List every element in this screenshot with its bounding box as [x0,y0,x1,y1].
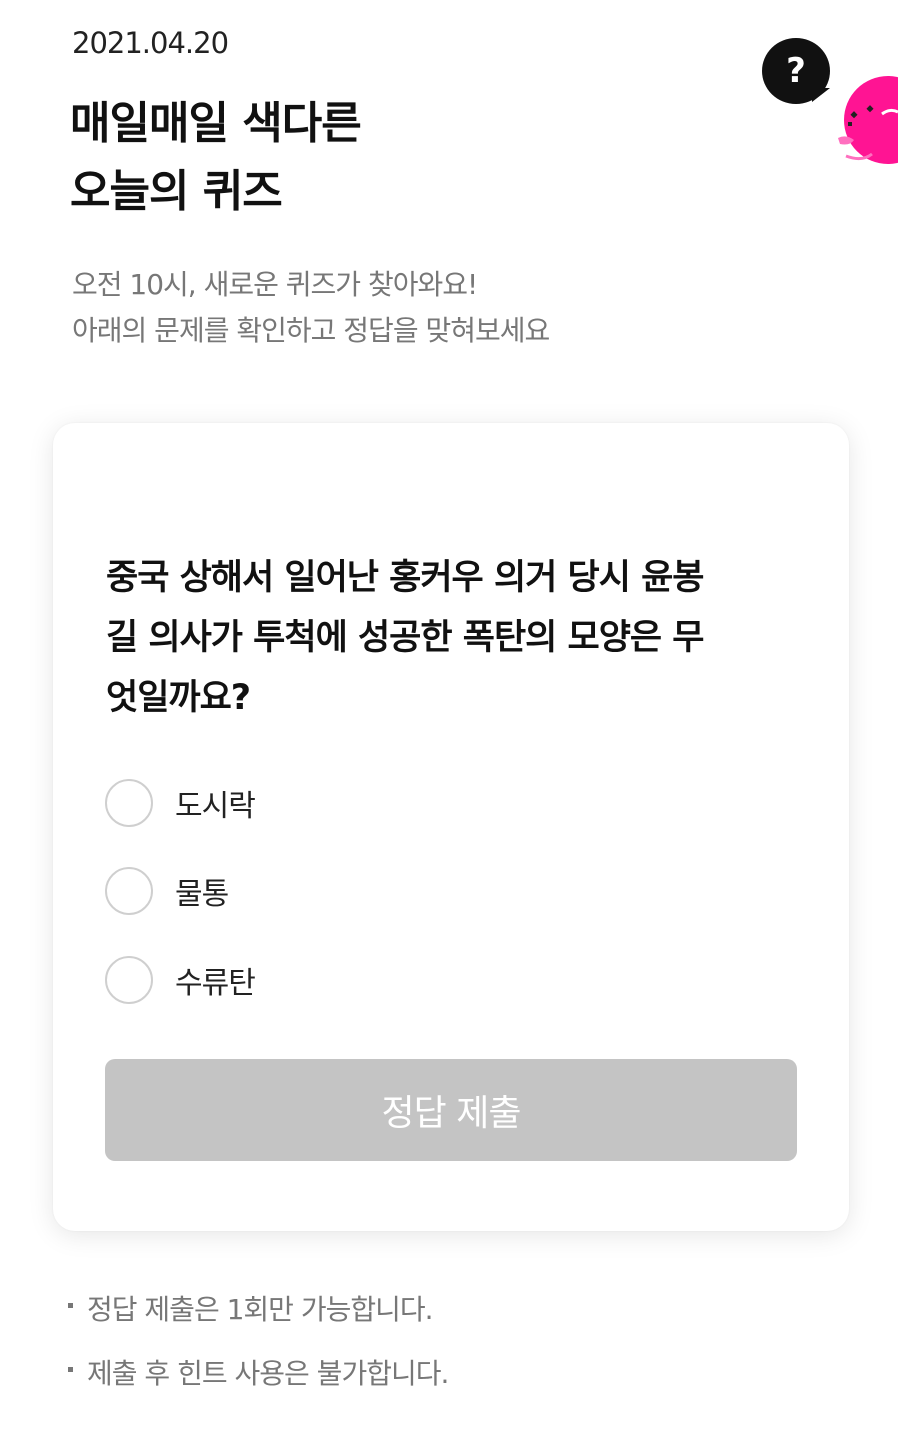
bullet-icon [68,1302,73,1308]
notice-text: 제출 후 힌트 사용은 불가합니다. [87,1357,449,1390]
quiz-question: 중국 상해서 일어난 홍커우 의거 당시 윤봉 길 의사가 투척에 성공한 폭탄… [106,548,806,728]
page-subtitle: 오전 10시, 새로운 퀴즈가 찾아와요! 아래의 문제를 확인하고 정답을 맞… [72,262,550,354]
answer-option-2[interactable]: 물통 [105,864,229,918]
quiz-page: 2021.04.20 매일매일 색다른 오늘의 퀴즈 오전 10시, 새로운 퀴… [0,0,898,1438]
question-line1: 중국 상해서 일어난 홍커우 의거 당시 윤봉 [106,558,705,598]
quiz-date: 2021.04.20 [72,26,229,60]
answer-option-1[interactable]: 도시락 [105,776,256,830]
answer-option-label: 수류탄 [175,966,256,1001]
question-line2: 길 의사가 투척에 성공한 폭탄의 모양은 무 [106,618,705,658]
help-bubble-tail [812,88,830,102]
bullet-icon [68,1366,73,1372]
notice-item: 정답 제출은 1회만 가능합니다. [68,1282,448,1334]
submit-answer-button[interactable]: 정답 제출 [105,1059,797,1161]
radio-button[interactable] [105,779,153,827]
mascot-character-icon [838,76,898,164]
notice-list: 정답 제출은 1회만 가능합니다. 제출 후 힌트 사용은 불가합니다. [68,1282,449,1410]
notice-text: 정답 제출은 1회만 가능합니다. [87,1293,434,1326]
page-title-line2: 오늘의 퀴즈 [70,166,283,217]
question-line3: 엇일까요? [106,678,251,718]
subtitle-line1: 오전 10시, 새로운 퀴즈가 찾아와요! [72,268,478,301]
subtitle-line2: 아래의 문제를 확인하고 정답을 맞혀보세요 [72,314,550,347]
radio-button[interactable] [105,867,153,915]
answer-option-label: 도시락 [175,789,256,824]
answer-option-3[interactable]: 수류탄 [105,953,256,1007]
notice-item: 제출 후 힌트 사용은 불가합니다. [68,1346,449,1398]
page-title-line1: 매일매일 색다른 [70,98,362,149]
radio-button[interactable] [105,956,153,1004]
answer-option-label: 물통 [175,877,229,912]
page-title: 매일매일 색다른 오늘의 퀴즈 [70,90,362,226]
quiz-card: 중국 상해서 일어난 홍커우 의거 당시 윤봉 길 의사가 투척에 성공한 폭탄… [53,423,849,1231]
question-mark-glyph: ? [786,51,806,91]
